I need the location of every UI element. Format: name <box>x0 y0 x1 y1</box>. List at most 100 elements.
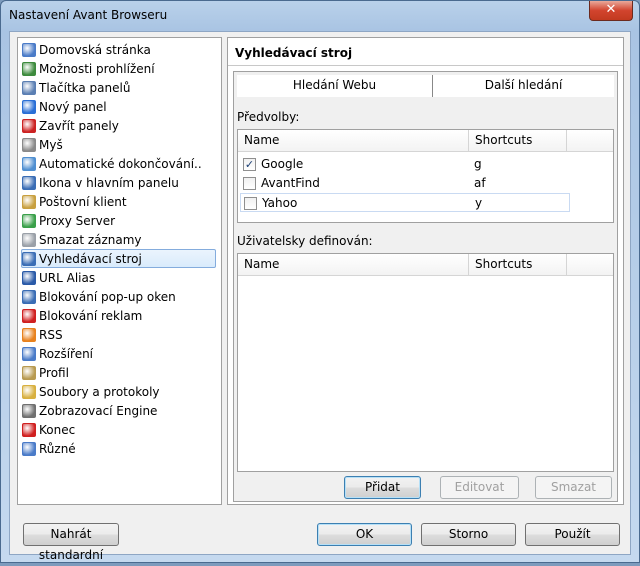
nav-item[interactable]: Nový panel <box>22 97 111 116</box>
tab-control: Hledání Webu Další hledání Předvolby: Na… <box>233 71 618 502</box>
edit-button[interactable]: Editovat <box>440 476 519 499</box>
window-title: Nastavení Avant Browseru <box>9 8 168 22</box>
preset-row[interactable]: Yahoo y <box>240 193 570 212</box>
taskbar-icon <box>22 175 36 190</box>
close-button[interactable]: ✕ <box>589 1 633 21</box>
nav-item[interactable]: Profil <box>22 363 73 382</box>
nav-item-label: Různé <box>39 441 76 456</box>
presets-list-header: Name Shortcuts <box>238 130 613 152</box>
preset-checkbox[interactable] <box>243 177 256 190</box>
nav-item[interactable]: Proxy Server <box>22 211 119 230</box>
misc-icon <box>22 441 36 456</box>
clear-records-icon <box>22 232 36 247</box>
column-header-shortcuts[interactable]: Shortcuts <box>469 130 567 152</box>
preset-name: AvantFind <box>261 176 320 190</box>
presets-label: Předvolby: <box>237 110 300 124</box>
nav-item-label: Automatické dokončování.. <box>39 156 202 171</box>
column-header-name[interactable]: Name <box>238 130 469 152</box>
preset-checkbox[interactable] <box>244 197 257 210</box>
nav-item-label: RSS <box>39 327 63 342</box>
profile-icon <box>22 365 36 380</box>
ok-button[interactable]: OK <box>317 523 412 546</box>
nav-item[interactable]: URL Alias <box>22 268 99 287</box>
nav-item-label: Blokování reklam <box>39 308 143 323</box>
nav-item[interactable]: RSS <box>22 325 67 344</box>
user-defined-list-header: Name Shortcuts <box>238 254 613 276</box>
tab-web-search[interactable]: Hledání Webu <box>237 75 433 97</box>
nav-item-label: Zavřít panely <box>39 118 119 133</box>
nav-item-label: Myš <box>39 137 63 152</box>
column-header-shortcuts[interactable]: Shortcuts <box>469 254 567 276</box>
nav-item-label: Domovská stránka <box>39 42 151 57</box>
nav-item-label: Vyhledávací stroj <box>39 251 142 266</box>
settings-nav-tree[interactable]: Domovská stránka Možnosti prohlížení Tlačí… <box>17 37 222 505</box>
settings-window: Nastavení Avant Browseru ✕ Domovská strá… <box>0 0 640 563</box>
add-button[interactable]: Přidat <box>344 476 421 499</box>
nav-item[interactable]: Zavřít panely <box>22 116 123 135</box>
preset-shortcut: g <box>474 157 482 171</box>
nav-item-label: URL Alias <box>39 270 96 285</box>
nav-item[interactable]: Soubory a protokoly <box>22 382 164 401</box>
nav-item-label: Konec <box>39 422 76 437</box>
nav-item-label: Nový panel <box>39 99 107 114</box>
nav-item[interactable]: Domovská stránka <box>22 40 155 59</box>
nav-item[interactable]: Možnosti prohlížení <box>22 59 159 78</box>
nav-item[interactable]: Vyhledávací stroj <box>21 249 216 268</box>
nav-item[interactable]: Blokování reklam <box>22 306 146 325</box>
rss-icon <box>22 327 36 342</box>
nav-item[interactable]: Poštovní klient <box>22 192 131 211</box>
preset-name: Google <box>261 157 304 171</box>
nav-item-label: Profil <box>39 365 69 380</box>
autocomplete-icon <box>22 156 36 171</box>
nav-item-label: Proxy Server <box>39 213 116 228</box>
nav-item[interactable]: Myš <box>22 135 67 154</box>
nav-item-label: Rozšíření <box>39 346 94 361</box>
user-defined-list[interactable]: Name Shortcuts <box>237 253 614 472</box>
engine-icon <box>22 403 36 418</box>
title-bar[interactable]: Nastavení Avant Browseru ✕ <box>1 1 639 31</box>
nav-item-label: Poštovní klient <box>39 194 127 209</box>
user-defined-label: Uživatelsky definován: <box>237 234 373 248</box>
toolbar-buttons-icon <box>22 80 36 95</box>
nav-item-label: Soubory a protokoly <box>39 384 160 399</box>
preset-row[interactable]: AvantFind af <box>240 174 570 193</box>
mouse-icon <box>22 137 36 152</box>
nav-item[interactable]: Zobrazovací Engine <box>22 401 161 420</box>
proxy-icon <box>22 213 36 228</box>
nav-item-label: Možnosti prohlížení <box>39 61 155 76</box>
delete-button[interactable]: Smazat <box>535 476 612 499</box>
browse-options-icon <box>22 61 36 76</box>
home-icon <box>22 42 36 57</box>
mail-icon <box>22 194 36 209</box>
nav-item-label: Tlačítka panelů <box>39 80 131 95</box>
nav-item[interactable]: Rozšíření <box>22 344 97 363</box>
close-panels-icon <box>22 118 36 133</box>
url-alias-icon <box>22 270 36 285</box>
presets-list[interactable]: Name Shortcuts ✓ Google g AvantFind af Yahoo y <box>237 129 614 223</box>
nav-item[interactable]: Různé <box>22 439 80 458</box>
preset-row[interactable]: ✓ Google g <box>240 155 570 174</box>
reset-defaults-button[interactable]: Nahrát standardní <box>23 523 119 562</box>
nav-item-label: Blokování pop-up oken <box>39 289 176 304</box>
search-engine-icon <box>22 251 36 266</box>
nav-item-label: Smazat záznamy <box>39 232 142 247</box>
nav-item[interactable]: Konec <box>22 420 79 439</box>
preset-checkbox[interactable]: ✓ <box>243 158 256 171</box>
popup-block-icon <box>22 289 36 304</box>
files-icon <box>22 384 36 399</box>
nav-item[interactable]: Smazat záznamy <box>22 230 146 249</box>
cancel-button[interactable]: Storno <box>421 523 516 546</box>
nav-item[interactable]: Automatické dokončování.. <box>22 154 206 173</box>
preset-shortcut: y <box>475 196 483 210</box>
ad-block-icon <box>22 308 36 323</box>
nav-item-label: Zobrazovací Engine <box>39 403 158 418</box>
apply-button[interactable]: Použít <box>525 523 620 546</box>
column-header-name[interactable]: Name <box>238 254 469 276</box>
nav-item[interactable]: Tlačítka panelů <box>22 78 134 97</box>
power-icon <box>22 422 36 437</box>
nav-item[interactable]: Blokování pop-up oken <box>22 287 180 306</box>
preset-shortcut: af <box>474 176 486 190</box>
nav-item[interactable]: Ikona v hlavním panelu <box>22 173 183 192</box>
plus-icon <box>22 99 36 114</box>
tab-other-search[interactable]: Další hledání <box>433 75 614 97</box>
